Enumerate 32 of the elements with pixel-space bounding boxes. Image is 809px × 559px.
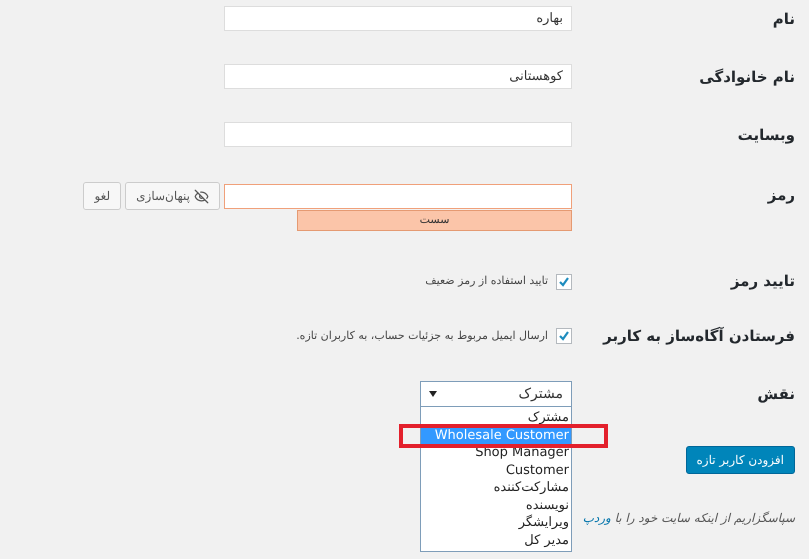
field-label: رمز bbox=[768, 184, 795, 206]
text-field[interactable]: کوهستانی bbox=[224, 64, 572, 89]
footer-link[interactable]: وردپ bbox=[582, 511, 611, 525]
footer-text: سپاسگزاریم از اینکه سایت خود را با وردپ bbox=[582, 510, 795, 527]
dropdown-option[interactable]: Customer bbox=[421, 462, 571, 479]
field-label: نام bbox=[772, 8, 795, 30]
checkmark-icon bbox=[558, 330, 570, 342]
dropdown-option[interactable]: نویسنده bbox=[421, 496, 571, 514]
field-label: تایید رمز bbox=[730, 271, 795, 292]
caret-icon bbox=[429, 391, 437, 397]
checkbox-label: تایید استفاده از رمز ضعیف bbox=[425, 273, 548, 290]
field-label: نام خانوادگی bbox=[699, 66, 795, 88]
field-label: فرستادن آگاه‌ساز به کاربر bbox=[603, 326, 795, 347]
checkbox-label: ارسال ایمیل مربوط به جزئیات حساب، به کاربران تازه. bbox=[296, 328, 548, 344]
dropdown-option[interactable]: مشترک bbox=[421, 409, 571, 426]
text-field[interactable]: بهاره bbox=[224, 6, 572, 31]
add-user-button[interactable]: افزودن کاربر تازه bbox=[686, 446, 795, 474]
dropdown-option[interactable]: مشارکت‌کننده bbox=[421, 479, 571, 496]
password-field[interactable] bbox=[224, 184, 572, 208]
text-field[interactable] bbox=[224, 122, 572, 147]
dropdown-option[interactable]: مدیر کل bbox=[421, 532, 571, 549]
field-label: وبسایت bbox=[738, 124, 795, 146]
field-label: نقش bbox=[757, 384, 795, 405]
dropdown-option[interactable]: ویرایشگر bbox=[421, 514, 571, 532]
checkmark-icon bbox=[558, 276, 570, 288]
role-select[interactable]: مشترک bbox=[420, 381, 572, 407]
checkbox[interactable] bbox=[556, 274, 572, 290]
hide-button[interactable]: پنهان‌سازی bbox=[125, 182, 220, 210]
checkbox[interactable] bbox=[556, 328, 572, 344]
strength-meter: سست bbox=[297, 210, 572, 231]
eye-slash-icon bbox=[194, 188, 209, 204]
cancel-button[interactable]: لغو bbox=[83, 182, 122, 210]
